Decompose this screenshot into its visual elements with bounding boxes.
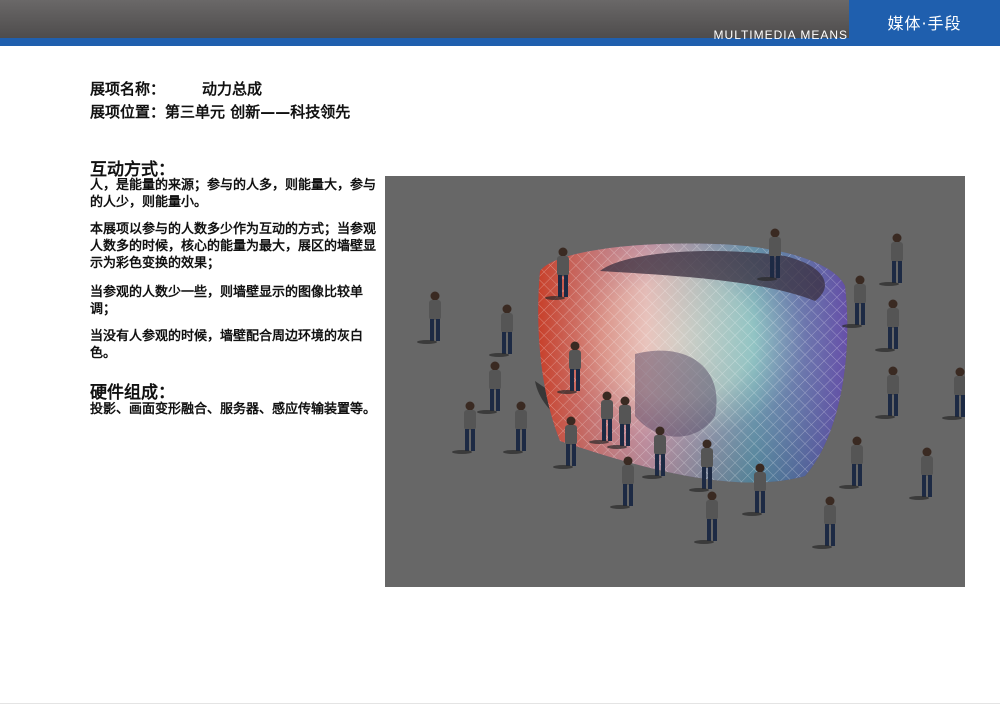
section-tab: 媒体·手段 — [849, 0, 1000, 46]
exhibit-location-row: 展项位置：第三单元 创新——科技领先 — [90, 101, 350, 122]
hardware-text: 投影、画面变形融合、服务器、感应传输装置等。 — [90, 402, 377, 417]
interaction-paragraph: 本展项以参与的人数多少作为互动的方式；当参观人数多的时候，核心的能量为最大，展区… — [90, 222, 377, 271]
hardware-title: 硬件组成： — [90, 383, 175, 403]
header-subtitle: MULTIMEDIA MEANS — [713, 28, 848, 42]
exhibit-location-label: 展项位置： — [90, 103, 166, 121]
exhibit-name-value: 动力总成 — [202, 80, 263, 98]
exhibit-render-image — [385, 176, 965, 587]
section-tab-label: 媒体·手段 — [887, 14, 962, 33]
footer-divider — [0, 703, 1000, 704]
interaction-paragraph: 人，是能量的来源；参与的人多，则能量大，参与的人少，则能量小。 — [90, 178, 377, 210]
interaction-paragraph: 当参观的人数少一些，则墙壁显示的图像比较单调； — [90, 285, 364, 317]
exhibit-name-label: 展项名称： — [90, 80, 166, 98]
exhibit-location-value: 第三单元 创新——科技领先 — [165, 103, 351, 121]
exhibit-name-row: 展项名称： 动力总成 — [90, 78, 262, 99]
interaction-paragraph: 当没有人参观的时候，墙壁配合周边环境的灰白色。 — [90, 329, 364, 361]
render-illustration — [417, 228, 965, 549]
